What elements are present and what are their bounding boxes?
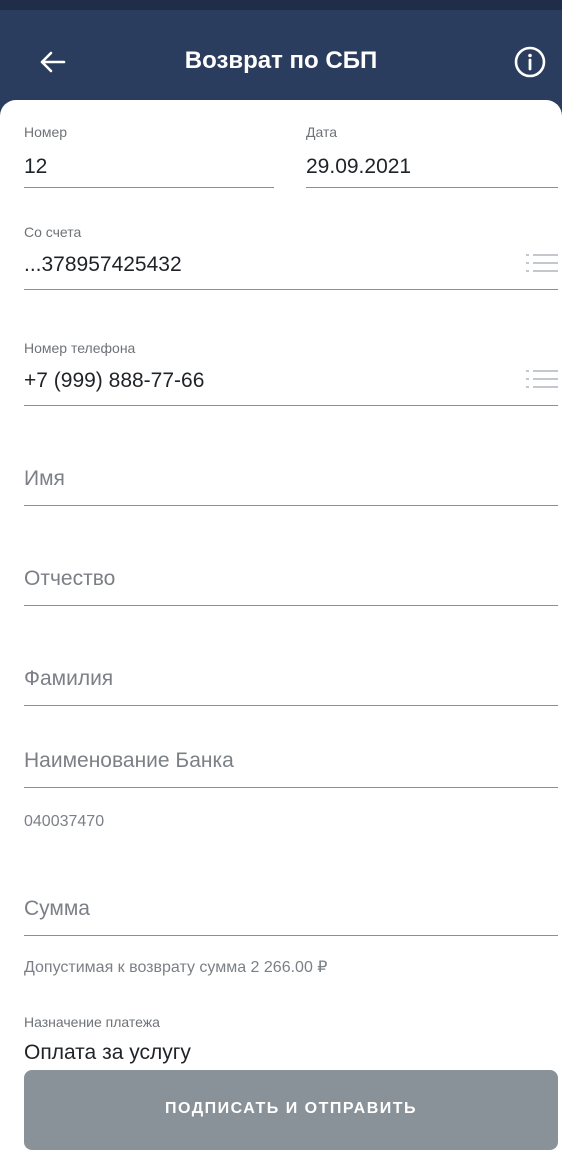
bank-name-field[interactable]: Наименование Банка xyxy=(24,742,558,788)
account-field[interactable]: Со счета ...378957425432 xyxy=(24,222,558,290)
number-value: 12 xyxy=(24,155,48,178)
purpose-value: Оплата за услугу xyxy=(24,1041,191,1064)
status-strip xyxy=(0,0,562,10)
account-value: ...378957425432 xyxy=(24,253,182,276)
info-button[interactable] xyxy=(512,44,548,80)
patronymic-underline xyxy=(24,605,558,606)
account-label: Со счета xyxy=(24,224,82,240)
number-label: Номер xyxy=(24,124,68,140)
amount-limit-helper: Допустимая к возврату сумма 2 266.00 ₽ xyxy=(24,959,328,976)
info-icon xyxy=(514,46,546,78)
patronymic-placeholder: Отчество xyxy=(24,567,116,590)
phone-value: +7 (999) 888-77-66 xyxy=(24,369,205,392)
bank-name-placeholder: Наименование Банка xyxy=(24,749,234,772)
date-underline xyxy=(306,187,558,188)
amount-placeholder: Сумма xyxy=(24,897,90,920)
number-field[interactable]: Номер 12 xyxy=(24,120,274,188)
list-icon[interactable] xyxy=(526,252,558,274)
amount-field[interactable]: Сумма xyxy=(24,890,558,936)
sign-and-send-button[interactable]: ПОДПИСАТЬ И ОТПРАВИТЬ xyxy=(24,1070,558,1150)
phone-field[interactable]: Номер телефона +7 (999) 888-77-66 xyxy=(24,338,558,406)
bank-bic-helper: 040037470 xyxy=(24,813,105,830)
first-name-placeholder: Имя xyxy=(24,467,65,490)
first-name-underline xyxy=(24,505,558,506)
phone-label: Номер телефона xyxy=(24,340,136,356)
bank-name-underline xyxy=(24,787,558,788)
date-value: 29.09.2021 xyxy=(306,155,412,178)
sign-and-send-label: ПОДПИСАТЬ И ОТПРАВИТЬ xyxy=(164,1100,418,1117)
page-title: Возврат по СБП xyxy=(184,47,378,74)
list-icon[interactable] xyxy=(526,368,558,390)
date-label: Дата xyxy=(306,124,338,140)
purpose-field[interactable]: Назначение платежа Оплата за услугу xyxy=(24,1012,558,1064)
purpose-label: Назначение платежа xyxy=(24,1014,160,1030)
amount-underline xyxy=(24,935,558,936)
number-underline xyxy=(24,187,274,188)
date-field[interactable]: Дата 29.09.2021 xyxy=(306,120,558,188)
account-underline xyxy=(24,289,558,290)
first-name-field[interactable]: Имя xyxy=(24,460,558,506)
last-name-underline xyxy=(24,705,558,706)
patronymic-field[interactable]: Отчество xyxy=(24,560,558,606)
phone-underline xyxy=(24,405,558,406)
last-name-placeholder: Фамилия xyxy=(24,667,114,690)
last-name-field[interactable]: Фамилия xyxy=(24,660,558,706)
